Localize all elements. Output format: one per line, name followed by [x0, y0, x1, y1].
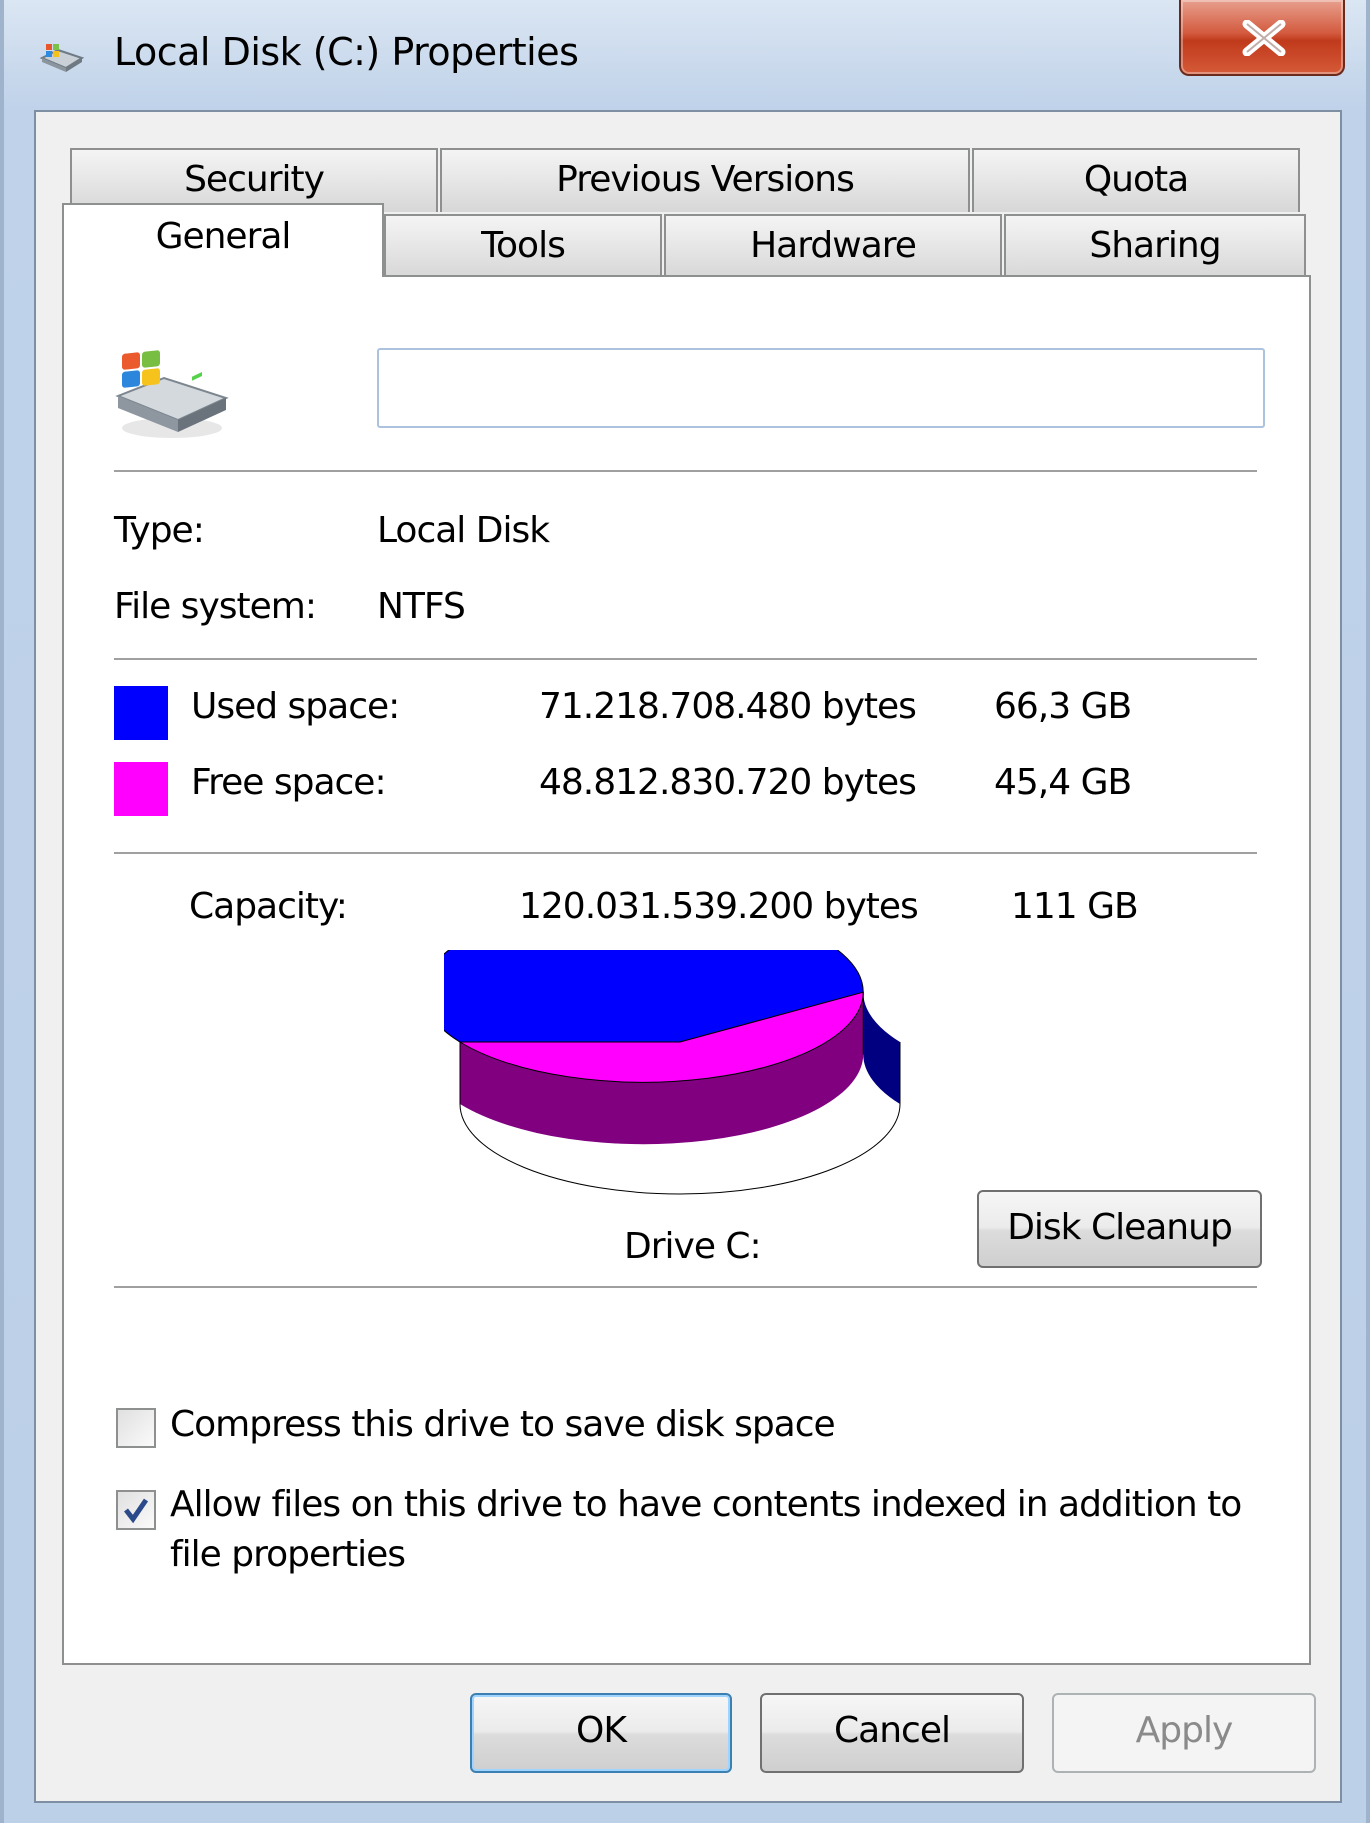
ok-button[interactable]: OK	[470, 1693, 732, 1773]
separator	[114, 470, 1257, 473]
tab-quota[interactable]: Quota	[972, 148, 1300, 212]
separator	[114, 852, 1257, 855]
cancel-button[interactable]: Cancel	[760, 1693, 1024, 1773]
tab-general[interactable]: General	[62, 203, 384, 277]
used-space-slice-side	[863, 992, 900, 1104]
tab-sharing[interactable]: Sharing	[1004, 214, 1306, 278]
tab-tools[interactable]: Tools	[384, 214, 662, 278]
window-title: Local Disk (C:) Properties	[114, 30, 579, 74]
used-space-label: Used space:	[191, 686, 400, 727]
tab-previous-versions[interactable]: Previous Versions	[440, 148, 970, 212]
capacity-bytes: 120.031.539.200 bytes	[519, 886, 919, 927]
close-button[interactable]	[1179, 0, 1345, 76]
free-space-label: Free space:	[191, 762, 387, 803]
disk-usage-pie-chart	[444, 950, 901, 1195]
free-space-gb: 45,4 GB	[994, 762, 1132, 803]
used-space-swatch	[114, 686, 168, 740]
checkmark-icon	[124, 1498, 149, 1524]
separator	[114, 658, 1257, 661]
free-space-swatch	[114, 762, 168, 816]
separator	[114, 1286, 1257, 1289]
close-icon	[1242, 20, 1286, 56]
compress-label: Compress this drive to save disk space	[170, 1404, 836, 1445]
file-system-value: NTFS	[377, 586, 466, 627]
index-label-line1: Allow files on this drive to have conten…	[170, 1484, 1242, 1525]
free-space-bytes: 48.812.830.720 bytes	[539, 762, 917, 803]
tab-hardware[interactable]: Hardware	[664, 214, 1002, 278]
file-system-label: File system:	[114, 586, 317, 627]
drive-icon	[39, 44, 84, 72]
capacity-label: Capacity:	[189, 886, 348, 927]
disk-cleanup-button[interactable]: Disk Cleanup	[977, 1190, 1262, 1268]
capacity-gb: 111 GB	[1011, 886, 1139, 927]
type-value: Local Disk	[377, 510, 550, 551]
index-checkbox[interactable]	[116, 1490, 156, 1530]
used-space-bytes: 71.218.708.480 bytes	[539, 686, 917, 727]
index-label-line2: file properties	[170, 1534, 406, 1575]
used-space-gb: 66,3 GB	[994, 686, 1132, 727]
windows-drive-icon	[115, 350, 229, 438]
properties-window: Local Disk (C:) Properties Security Prev…	[0, 0, 1370, 1823]
apply-button[interactable]: Apply	[1052, 1693, 1316, 1773]
type-label: Type:	[114, 510, 205, 551]
compress-checkbox[interactable]	[116, 1408, 156, 1448]
drive-label: Drive C:	[624, 1226, 762, 1267]
drive-name-input[interactable]	[377, 348, 1265, 428]
